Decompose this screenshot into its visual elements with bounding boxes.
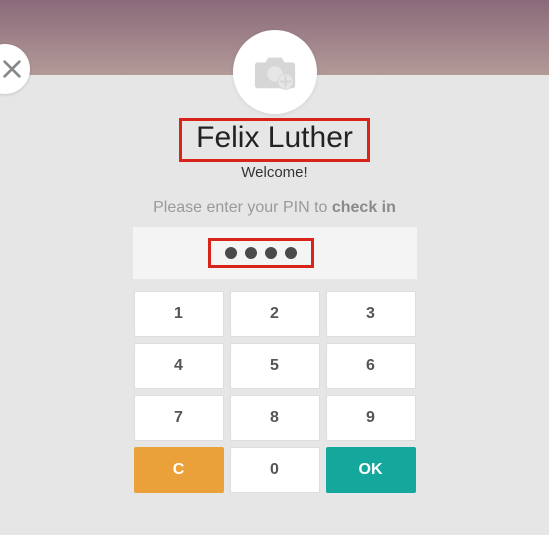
pin-prompt-action: check in	[332, 199, 396, 216]
keypad-0[interactable]: 0	[230, 447, 320, 493]
keypad-3[interactable]: 3	[326, 291, 416, 337]
keypad-ok[interactable]: OK	[326, 447, 416, 493]
welcome-text: Welcome!	[241, 164, 307, 181]
keypad-4[interactable]: 4	[134, 343, 224, 389]
user-name: Felix Luther	[196, 121, 353, 155]
keypad-7[interactable]: 7	[134, 395, 224, 441]
keypad-1[interactable]: 1	[134, 291, 224, 337]
name-highlight: Felix Luther	[179, 118, 370, 162]
keypad-8[interactable]: 8	[230, 395, 320, 441]
keypad-6[interactable]: 6	[326, 343, 416, 389]
keypad-clear[interactable]: C	[134, 447, 224, 493]
pin-display	[133, 227, 417, 279]
keypad-5[interactable]: 5	[230, 343, 320, 389]
pin-dot	[285, 247, 297, 259]
pin-prompt-prefix: Please enter your PIN to	[153, 199, 332, 216]
pin-dot	[245, 247, 257, 259]
camera-add-icon	[252, 52, 298, 92]
keypad: 1 2 3 4 5 6 7 8 9 C 0 OK	[134, 291, 416, 493]
close-button[interactable]	[0, 44, 30, 94]
pin-entry-screen: Felix Luther Welcome! Please enter your …	[0, 0, 549, 535]
keypad-2[interactable]: 2	[230, 291, 320, 337]
keypad-9[interactable]: 9	[326, 395, 416, 441]
pin-dots-highlight	[208, 238, 314, 268]
close-icon	[1, 58, 23, 80]
pin-dot	[265, 247, 277, 259]
pin-prompt: Please enter your PIN to check in	[153, 199, 396, 217]
avatar-upload-button[interactable]	[233, 30, 317, 114]
pin-dot	[225, 247, 237, 259]
